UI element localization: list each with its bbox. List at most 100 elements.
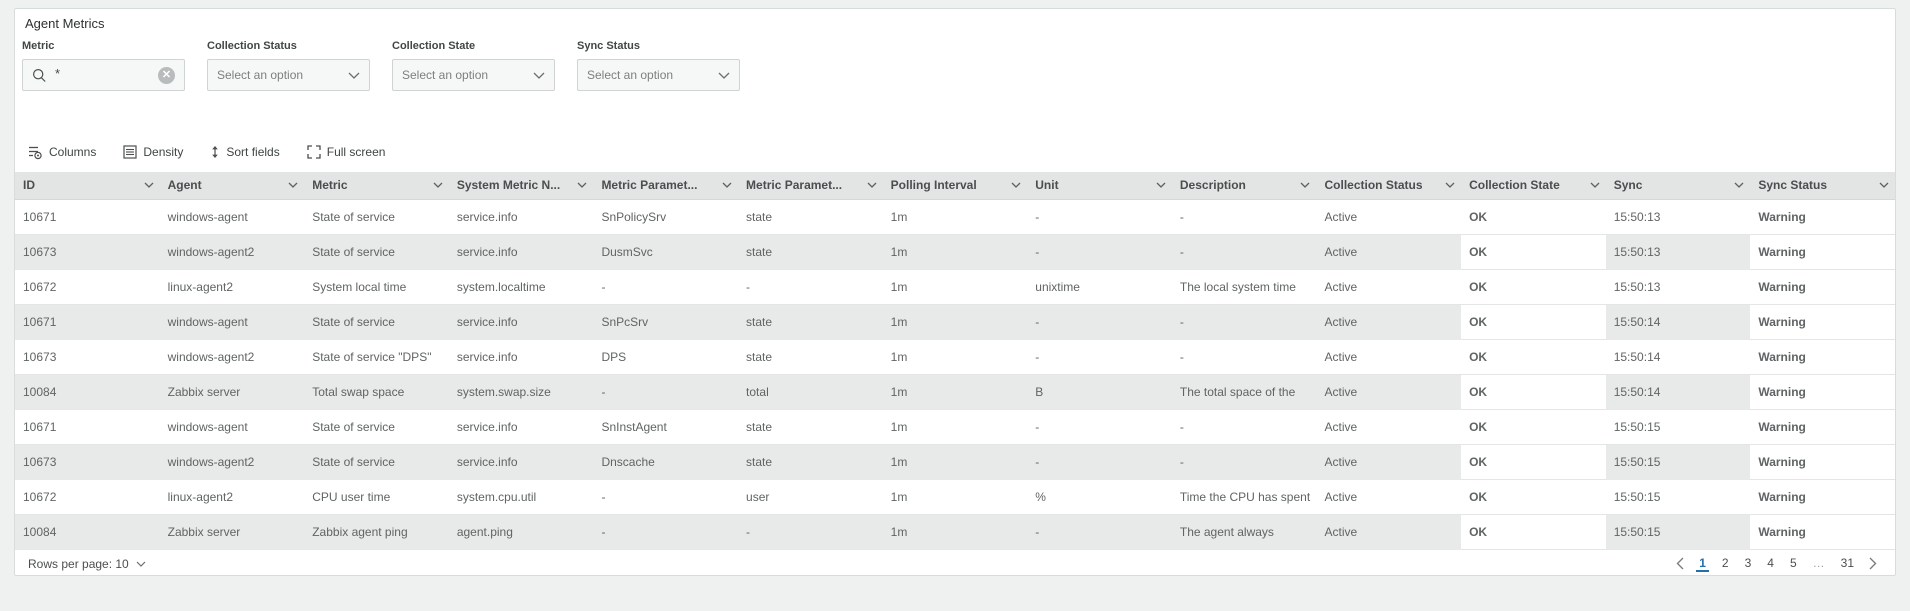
cell-collection-state: OK <box>1461 199 1606 235</box>
cell-collection-state: OK <box>1461 234 1606 270</box>
chevron-right-icon <box>1869 557 1877 570</box>
cell-unit: - <box>1027 304 1172 340</box>
column-header-sync[interactable]: Sync <box>1605 172 1751 200</box>
agent-metrics-panel: Agent Metrics Metric * ✕ Collection Stat… <box>14 8 1896 576</box>
table-header-row: ID Agent Metric System Metric N... Metric Pa… <box>15 172 1895 200</box>
cell-collection-state: OK <box>1461 479 1606 515</box>
table-row[interactable]: 10671 windows-agent State of service servic… <box>15 304 1895 340</box>
previous-page-button[interactable] <box>1674 557 1686 570</box>
cell-sync-status: Warning <box>1750 339 1895 375</box>
cell-metric-parameter-1: DusmSvc <box>593 234 739 270</box>
page-button-5[interactable]: 5 <box>1787 555 1800 572</box>
column-header-collection-state[interactable]: Collection State <box>1461 172 1606 200</box>
column-header-unit[interactable]: Unit <box>1027 172 1172 200</box>
column-header-collection-status[interactable]: Collection Status <box>1316 172 1462 200</box>
pagination-pages: 1 2 3 4 5 … 31 <box>1696 555 1857 572</box>
cell-metric-parameter-1: DPS <box>593 339 739 375</box>
cell-collection-status: Active <box>1316 269 1462 305</box>
cell-sync: 15:50:14 <box>1605 304 1751 340</box>
page-button-4[interactable]: 4 <box>1764 555 1777 572</box>
filter-metric: Metric * ✕ <box>22 40 185 91</box>
metric-search-input[interactable]: * ✕ <box>22 59 185 91</box>
table-row[interactable]: 10084 Zabbix server Zabbix agent ping agent… <box>15 514 1895 550</box>
sort-fields-button-label: Sort fields <box>226 145 280 159</box>
cell-metric-parameter-1: SnInstAgent <box>593 409 739 445</box>
cell-sync-status: Warning <box>1750 269 1895 305</box>
cell-sync-status: Warning <box>1750 479 1895 515</box>
cell-unit: - <box>1027 199 1172 235</box>
sort-fields-button[interactable]: Sort fields <box>210 145 280 159</box>
cell-metric: System local time <box>304 269 449 305</box>
cell-system-metric-name: system.cpu.util <box>448 479 594 515</box>
cell-polling-interval: 1m <box>882 479 1028 515</box>
page-button-1[interactable]: 1 <box>1696 555 1709 572</box>
table-row[interactable]: 10672 linux-agent2 CPU user time system.cpu… <box>15 479 1895 515</box>
cell-metric-parameter-1: - <box>593 374 739 410</box>
pagination: 1 2 3 4 5 … 31 <box>1674 555 1879 572</box>
cell-unit: - <box>1027 339 1172 375</box>
cell-unit: % <box>1027 479 1172 515</box>
cell-unit: unixtime <box>1027 269 1172 305</box>
cell-id: 10671 <box>15 409 160 445</box>
cell-metric-parameter-2: state <box>738 444 883 480</box>
chevron-down-icon <box>577 182 587 189</box>
collection-status-filter-label: Collection Status <box>207 40 297 52</box>
sync-status-select[interactable]: Select an option <box>577 59 740 91</box>
select-placeholder: Select an option <box>587 68 674 82</box>
search-icon <box>32 68 46 82</box>
column-header-system-metric-name[interactable]: System Metric N... <box>448 172 594 200</box>
page-button-31[interactable]: 31 <box>1838 555 1857 572</box>
rows-per-page-select[interactable]: Rows per page: 10 <box>28 557 146 571</box>
column-header-metric-parameter-1[interactable]: Metric Paramet... <box>593 172 739 200</box>
metric-search-value: * <box>55 66 61 81</box>
collection-status-select[interactable]: Select an option <box>207 59 370 91</box>
cell-agent: windows-agent <box>159 409 305 445</box>
page-button-3[interactable]: 3 <box>1742 555 1755 572</box>
column-header-description[interactable]: Description <box>1171 172 1317 200</box>
table-footer: Rows per page: 10 1 2 3 4 5 … 31 <box>15 550 1895 578</box>
chevron-down-icon <box>1590 182 1600 189</box>
table-row[interactable]: 10671 windows-agent State of service servic… <box>15 409 1895 445</box>
collection-state-select[interactable]: Select an option <box>392 59 555 91</box>
cell-agent: linux-agent2 <box>159 479 305 515</box>
column-header-metric[interactable]: Metric <box>304 172 449 200</box>
pagination-ellipsis: … <box>1812 556 1825 570</box>
next-page-button[interactable] <box>1867 557 1879 570</box>
page-button-2[interactable]: 2 <box>1719 555 1732 572</box>
full-screen-button[interactable]: Full screen <box>307 145 385 159</box>
table-row[interactable]: 10673 windows-agent2 State of service servi… <box>15 234 1895 270</box>
column-header-sync-status[interactable]: Sync Status <box>1750 172 1895 200</box>
column-header-polling-interval[interactable]: Polling Interval <box>882 172 1028 200</box>
table-row[interactable]: 10673 windows-agent2 State of service "DPS… <box>15 339 1895 375</box>
column-header-id[interactable]: ID <box>15 172 160 200</box>
cell-polling-interval: 1m <box>882 199 1028 235</box>
cell-description: - <box>1171 444 1317 480</box>
clear-search-icon[interactable]: ✕ <box>158 66 175 84</box>
cell-collection-status: Active <box>1316 444 1462 480</box>
cell-metric: Total swap space <box>304 374 449 410</box>
cell-collection-state: OK <box>1461 374 1606 410</box>
filter-collection-state: Collection State Select an option <box>392 40 555 91</box>
cell-sync-status: Warning <box>1750 374 1895 410</box>
cell-collection-status: Active <box>1316 479 1462 515</box>
density-button[interactable]: Density <box>123 145 183 159</box>
table-row[interactable]: 10672 linux-agent2 System local time system… <box>15 269 1895 305</box>
cell-unit: - <box>1027 444 1172 480</box>
column-header-metric-parameter-2[interactable]: Metric Paramet... <box>738 172 883 200</box>
cell-agent: Zabbix server <box>159 514 305 550</box>
table-row[interactable]: 10673 windows-agent2 State of service servi… <box>15 444 1895 480</box>
filter-sync-status: Sync Status Select an option <box>577 40 740 91</box>
cell-metric: State of service "DPS" <box>304 339 449 375</box>
cell-id: 10673 <box>15 444 160 480</box>
columns-button[interactable]: Columns <box>28 145 96 160</box>
density-button-label: Density <box>143 145 184 159</box>
cell-metric-parameter-1: - <box>593 269 739 305</box>
table-row[interactable]: 10671 windows-agent State of service servic… <box>15 199 1895 235</box>
cell-unit: - <box>1027 409 1172 445</box>
cell-collection-status: Active <box>1316 514 1462 550</box>
cell-collection-status: Active <box>1316 234 1462 270</box>
cell-agent: windows-agent2 <box>159 234 305 270</box>
cell-polling-interval: 1m <box>882 514 1028 550</box>
column-header-agent[interactable]: Agent <box>159 172 305 200</box>
table-row[interactable]: 10084 Zabbix server Total swap space system… <box>15 374 1895 410</box>
